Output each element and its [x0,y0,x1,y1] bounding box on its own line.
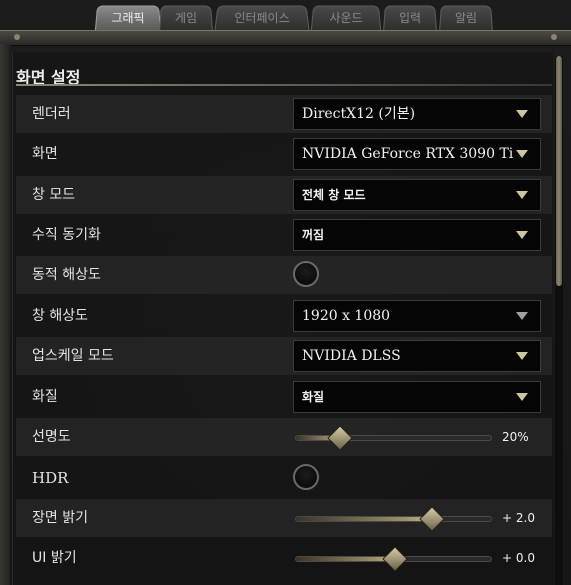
setting-row-renderer: 렌더러 DirectX12 (기본) [16,95,552,133]
display-dropdown[interactable]: NVIDIA GeForce RTX 3090 Ti [293,138,541,170]
tab-game[interactable]: 게임 [159,5,213,31]
top-frame-bar [0,30,571,46]
setting-row-window-resolution: 창 해상도 1920 x 1080 [16,297,552,335]
chevron-down-icon [516,231,528,239]
setting-label: 장면 밝기 [32,510,88,526]
chevron-down-icon [516,110,528,118]
setting-label: 수직 동기화 [32,227,101,243]
slider-fill [296,517,431,521]
hdr-toggle[interactable] [293,464,319,490]
chevron-down-icon [516,312,528,320]
left-frame-rail [0,44,10,585]
setting-row-sharpness: 선명도 20% [16,418,552,456]
setting-label: 화질 [32,389,58,405]
window-mode-dropdown[interactable]: 전체 창 모드 [293,179,541,211]
slider-fill [296,557,394,561]
tab-input[interactable]: 입력 [383,5,437,31]
slider-value: + 0.0 [502,551,535,565]
setting-row-display: 화면 NVIDIA GeForce RTX 3090 Ti [16,135,552,173]
ui-brightness-slider[interactable] [295,546,492,572]
setting-row-ui-brightness: UI 밝기 + 0.0 [16,539,552,577]
setting-label: 창 모드 [32,187,76,203]
dynamic-resolution-toggle[interactable] [293,261,319,287]
setting-label: 렌더러 [32,106,71,122]
dropdown-value: NVIDIA DLSS [302,348,401,364]
chevron-down-icon [516,191,528,199]
window-resolution-dropdown[interactable]: 1920 x 1080 [293,300,541,332]
slider-value: + 2.0 [502,511,535,525]
quality-dropdown[interactable]: 화질 [293,381,541,413]
renderer-dropdown[interactable]: DirectX12 (기본) [293,98,541,130]
setting-label: 창 해상도 [32,308,88,324]
dropdown-value: NVIDIA GeForce RTX 3090 Ti [302,146,514,162]
chevron-down-icon [516,352,528,360]
slider-value: 20% [502,430,529,444]
chevron-down-icon [516,150,528,158]
setting-row-upscale-mode: 업스케일 모드 NVIDIA DLSS [16,337,552,375]
setting-row-dynamic-resolution: 동적 해상도 [16,256,552,294]
scene-brightness-slider[interactable] [295,506,492,532]
scrollbar-thumb[interactable] [556,56,562,286]
setting-label: HDR [32,469,69,487]
setting-label: 화면 [32,146,58,162]
dropdown-value: DirectX12 (기본) [302,106,416,122]
dropdown-value: 화질 [302,390,325,404]
rivet [14,34,20,40]
upscale-mode-dropdown[interactable]: NVIDIA DLSS [293,340,541,372]
setting-row-scene-brightness: 장면 밝기 + 2.0 [16,499,552,537]
setting-row-window-mode: 창 모드 전체 창 모드 [16,176,552,214]
tab-graphics[interactable]: 그래픽 [94,5,162,31]
setting-row-vsync: 수직 동기화 꺼짐 [16,216,552,254]
section-divider [16,84,552,86]
tab-notifications[interactable]: 알림 [439,5,493,31]
slider-handle[interactable] [381,546,408,572]
slider-handle[interactable] [327,425,353,451]
setting-row-quality: 화질 화질 [16,378,552,416]
dropdown-value: 전체 창 모드 [302,188,366,202]
setting-label: 업스케일 모드 [32,348,114,364]
dropdown-value: 꺼짐 [302,228,325,242]
dropdown-value: 1920 x 1080 [302,308,391,324]
scrollbar[interactable] [555,56,563,585]
vsync-dropdown[interactable]: 꺼짐 [293,219,541,251]
sharpness-slider[interactable] [295,425,492,451]
settings-window: 그래픽 게임 인터페이스 사운드 입력 알림 화면 설정 렌더러 DirectX… [0,0,571,585]
chevron-down-icon [516,393,528,401]
rivet [551,34,557,40]
tab-sound[interactable]: 사운드 [310,5,382,31]
setting-label: 동적 해상도 [32,267,101,283]
tab-interface[interactable]: 인터페이스 [214,5,310,31]
slider-handle[interactable] [418,506,445,532]
setting-label: 선명도 [32,429,71,445]
setting-row-hdr: HDR [16,459,552,497]
setting-label: UI 밝기 [32,550,77,566]
